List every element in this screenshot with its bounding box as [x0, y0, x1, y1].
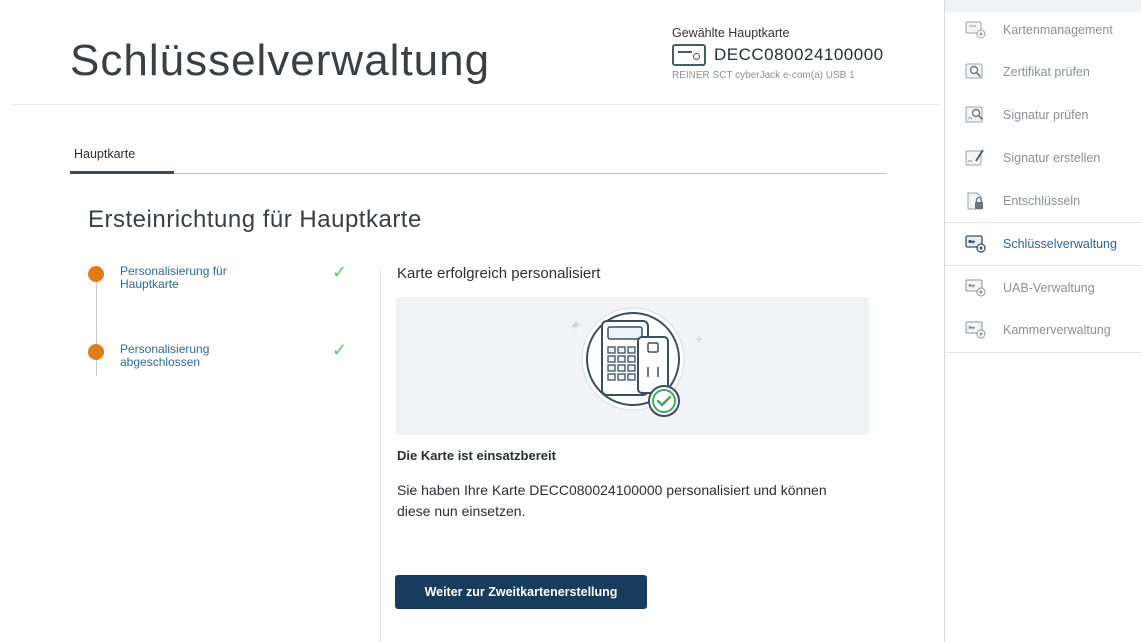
- sidebar-item-signatur-erstellen[interactable]: Signatur erstellen: [945, 136, 1141, 180]
- sidebar-item-uab-verwaltung[interactable]: UAB-Verwaltung: [945, 266, 1141, 310]
- sidebar-item-kartenmanagement[interactable]: Kartenmanagement: [945, 8, 1141, 52]
- step-label: Personalisierung für Hauptkarte: [120, 264, 227, 291]
- step-status-dot: [88, 266, 104, 282]
- checkmark-icon: ✓: [332, 340, 348, 360]
- sidebar-item-zertifikat-pruefen[interactable]: Zertifikat prüfen: [945, 50, 1141, 94]
- tab-hauptkarte[interactable]: Hauptkarte: [70, 144, 174, 174]
- tab-bar: Hauptkarte: [70, 144, 886, 174]
- signature-search-icon: [965, 106, 987, 124]
- card-ready-heading: Die Karte ist einsatzbereit: [397, 448, 556, 463]
- step-status-dot: [88, 344, 104, 360]
- step-label: Personalisierung abgeschlossen: [120, 342, 210, 369]
- key-gear-icon: [965, 321, 987, 339]
- document-lock-icon: [965, 192, 987, 210]
- continue-second-card-button[interactable]: Weiter zur Zweitkartenerstellung: [395, 575, 647, 609]
- card-reader-name: REINER SCT cyberJack e-com(a) USB 1: [672, 70, 855, 81]
- sidebar-item-kammerverwaltung[interactable]: Kammerverwaltung: [945, 308, 1141, 352]
- sidebar-item-entschluesseln[interactable]: Entschlüsseln: [945, 179, 1141, 223]
- sidebar-item-label: Kammerverwaltung: [1003, 323, 1111, 337]
- card-number: DECC080024100000: [714, 45, 884, 64]
- sidebar-nav: Kartenmanagement Zertifikat prüfen Signa…: [944, 0, 1141, 642]
- sidebar-item-label: Signatur erstellen: [1003, 151, 1101, 165]
- sidebar-item-label: UAB-Verwaltung: [1003, 281, 1095, 295]
- success-illustration: [396, 297, 869, 435]
- sidebar-item-label: Entschlüsseln: [1003, 194, 1081, 208]
- key-gear-icon: [965, 235, 987, 253]
- header-divider: [10, 104, 940, 105]
- sidebar-item-label: Schlüsselverwaltung: [1003, 237, 1117, 251]
- sidebar-divider: [945, 352, 1141, 353]
- sidebar-item-schluesselverwaltung[interactable]: Schlüsselverwaltung: [945, 222, 1141, 266]
- checkmark-icon: ✓: [332, 262, 348, 282]
- sidebar-item-label: Zertifikat prüfen: [1003, 65, 1090, 79]
- signature-pen-icon: [965, 149, 987, 167]
- selected-card-label: Gewählte Hauptkarte: [672, 26, 790, 40]
- sidebar-item-label: Kartenmanagement: [1003, 23, 1113, 37]
- sidebar-item-label: Signatur prüfen: [1003, 108, 1089, 122]
- result-title: Karte erfolgreich personalisiert: [397, 265, 601, 282]
- card-gear-icon: [965, 21, 987, 39]
- selected-card-info: Gewählte Hauptkarte DECC080024100000 REI…: [672, 26, 884, 81]
- certificate-search-icon: [965, 63, 987, 81]
- sidebar-item-signatur-pruefen[interactable]: Signatur prüfen: [945, 93, 1141, 137]
- content-divider: [380, 268, 381, 642]
- section-title: Ersteinrichtung für Hauptkarte: [88, 206, 422, 233]
- card-terminal-success-illustration: [571, 307, 702, 417]
- page-title: Schlüsselverwaltung: [70, 36, 491, 85]
- smartcard-icon: [672, 44, 706, 66]
- result-description: Sie haben Ihre Karte DECC080024100000 pe…: [397, 482, 827, 519]
- stepper-line: [96, 276, 97, 376]
- key-gear-icon: [965, 279, 987, 297]
